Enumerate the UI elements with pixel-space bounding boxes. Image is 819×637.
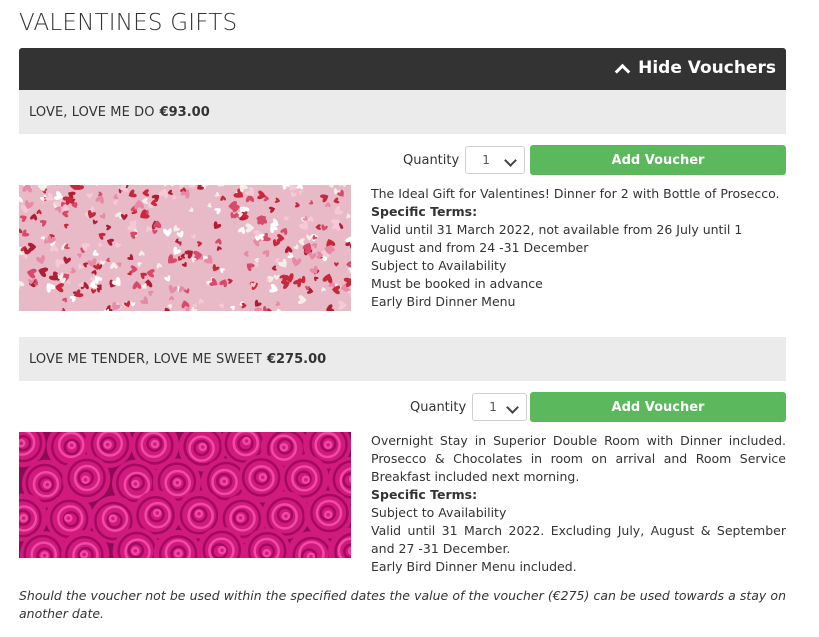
quantity-row: Quantity 1: [403, 145, 526, 175]
hide-vouchers-label: Hide Vouchers: [638, 58, 776, 78]
quantity-value: 1: [489, 400, 497, 414]
terms-title: Specific Terms:: [371, 204, 478, 219]
voucher-description: Overnight Stay in Superior Double Room w…: [371, 433, 786, 484]
terms-title: Specific Terms:: [371, 487, 478, 502]
voucher-header: LOVE ME TENDER, LOVE ME SWEET €275.00: [19, 337, 786, 381]
term-item: Must be booked in advance: [371, 276, 543, 291]
voucher-description: The Ideal Gift for Valentines! Dinner fo…: [371, 186, 780, 201]
voucher-name: LOVE ME TENDER, LOVE ME SWEET: [29, 351, 262, 367]
term-item: Valid until 31 March 2022. Excluding Jul…: [371, 523, 786, 556]
term-item: Subject to Availability: [371, 258, 507, 273]
voucher-header: LOVE, LOVE ME DO €93.00: [19, 90, 786, 134]
chevron-down-icon: [506, 401, 520, 414]
quantity-label: Quantity: [410, 399, 467, 415]
voucher-name: LOVE, LOVE ME DO: [29, 104, 155, 120]
voucher-image-roses: [19, 432, 351, 558]
voucher-price: €93.00: [159, 104, 210, 120]
page-title: VALENTINES GIFTS: [19, 10, 238, 36]
voucher-description-block: The Ideal Gift for Valentines! Dinner fo…: [371, 185, 786, 311]
voucher-description-block: Overnight Stay in Superior Double Room w…: [371, 432, 786, 576]
quantity-row: Quantity 1: [410, 392, 528, 422]
add-voucher-button[interactable]: Add Voucher: [530, 392, 786, 422]
quantity-select[interactable]: 1: [465, 146, 526, 174]
quantity-label: Quantity: [403, 152, 460, 168]
quantity-select[interactable]: 1: [472, 393, 528, 421]
voucher-footnote: Should the voucher not be used within th…: [19, 588, 786, 621]
vouchers-toggle-bar: Hide Vouchers: [19, 48, 786, 90]
quantity-value: 1: [482, 153, 490, 167]
term-item: Valid until 31 March 2022, not available…: [371, 222, 743, 255]
add-voucher-button[interactable]: Add Voucher: [530, 145, 786, 175]
hide-vouchers-button[interactable]: Hide Vouchers: [614, 58, 776, 79]
chevron-down-icon: [504, 154, 518, 167]
term-item: Subject to Availability: [371, 505, 507, 520]
voucher-price: €275.00: [266, 351, 327, 367]
chevron-up-icon: [614, 63, 631, 79]
term-item: Early Bird Dinner Menu included.: [371, 559, 577, 574]
term-item: Early Bird Dinner Menu: [371, 294, 516, 309]
voucher-image-hearts: [19, 185, 351, 311]
